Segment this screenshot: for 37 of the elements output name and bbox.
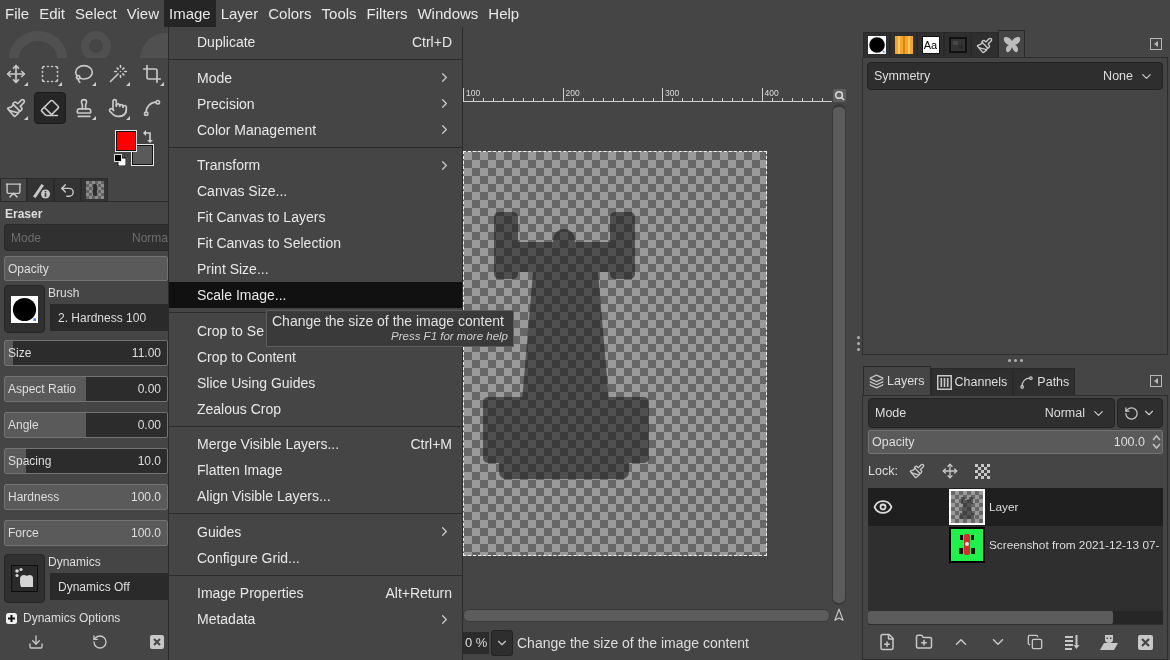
shortcut-text: Ctrl+D (411, 34, 452, 50)
slider-value: 11.00 (131, 346, 161, 360)
slider-label: Hardness (8, 490, 61, 504)
slider-value: 0.00 (137, 382, 161, 396)
dropdown-value: Norma (132, 230, 168, 245)
tooltip-text: Change the size of the image content (272, 313, 505, 329)
layer-name: Screenshot from 2021-12-13 07- (989, 538, 1160, 552)
ruler-label: 300 (665, 88, 680, 98)
slider-label: Opacity (872, 435, 916, 449)
layer-name: Layer (989, 500, 1019, 514)
dropdown-value: Normal (1044, 406, 1085, 420)
help-hint: Press F1 for more help (391, 329, 508, 344)
ruler-label: 200 (565, 88, 580, 98)
status-message: Change the size of the image content (517, 634, 749, 651)
slider-value: 100.0 (130, 490, 161, 504)
field-label: Brush (48, 285, 81, 301)
slider-value: 100.0 (1113, 435, 1145, 449)
dropdown-label: Mode (875, 406, 908, 420)
ruler-label: 400 (764, 88, 779, 98)
slider-label: Angle (8, 418, 40, 432)
slider-label: Aspect Ratio (8, 382, 78, 396)
dropdown-label: Symmetry (874, 69, 932, 83)
slider-value: 100.0 (130, 526, 161, 540)
slider-label: Spacing (8, 454, 53, 468)
ruler-label: 100 (466, 88, 481, 98)
slider-label: Size (8, 346, 33, 360)
lock-label: Lock: (868, 464, 898, 478)
dropdown-label: Mode (11, 230, 42, 245)
slider-value: 10.0 (137, 454, 161, 468)
dropdown-value: None (1103, 69, 1133, 83)
slider-label: Opacity (8, 261, 50, 276)
slider-label: Force (8, 526, 40, 540)
shortcut-text: Alt+Return (385, 585, 452, 601)
field-label: Dynamics (48, 554, 102, 570)
slider-value: 0.00 (137, 418, 161, 432)
tool-options-title: Eraser (4, 206, 44, 222)
shortcut-text: Ctrl+M (410, 436, 452, 452)
